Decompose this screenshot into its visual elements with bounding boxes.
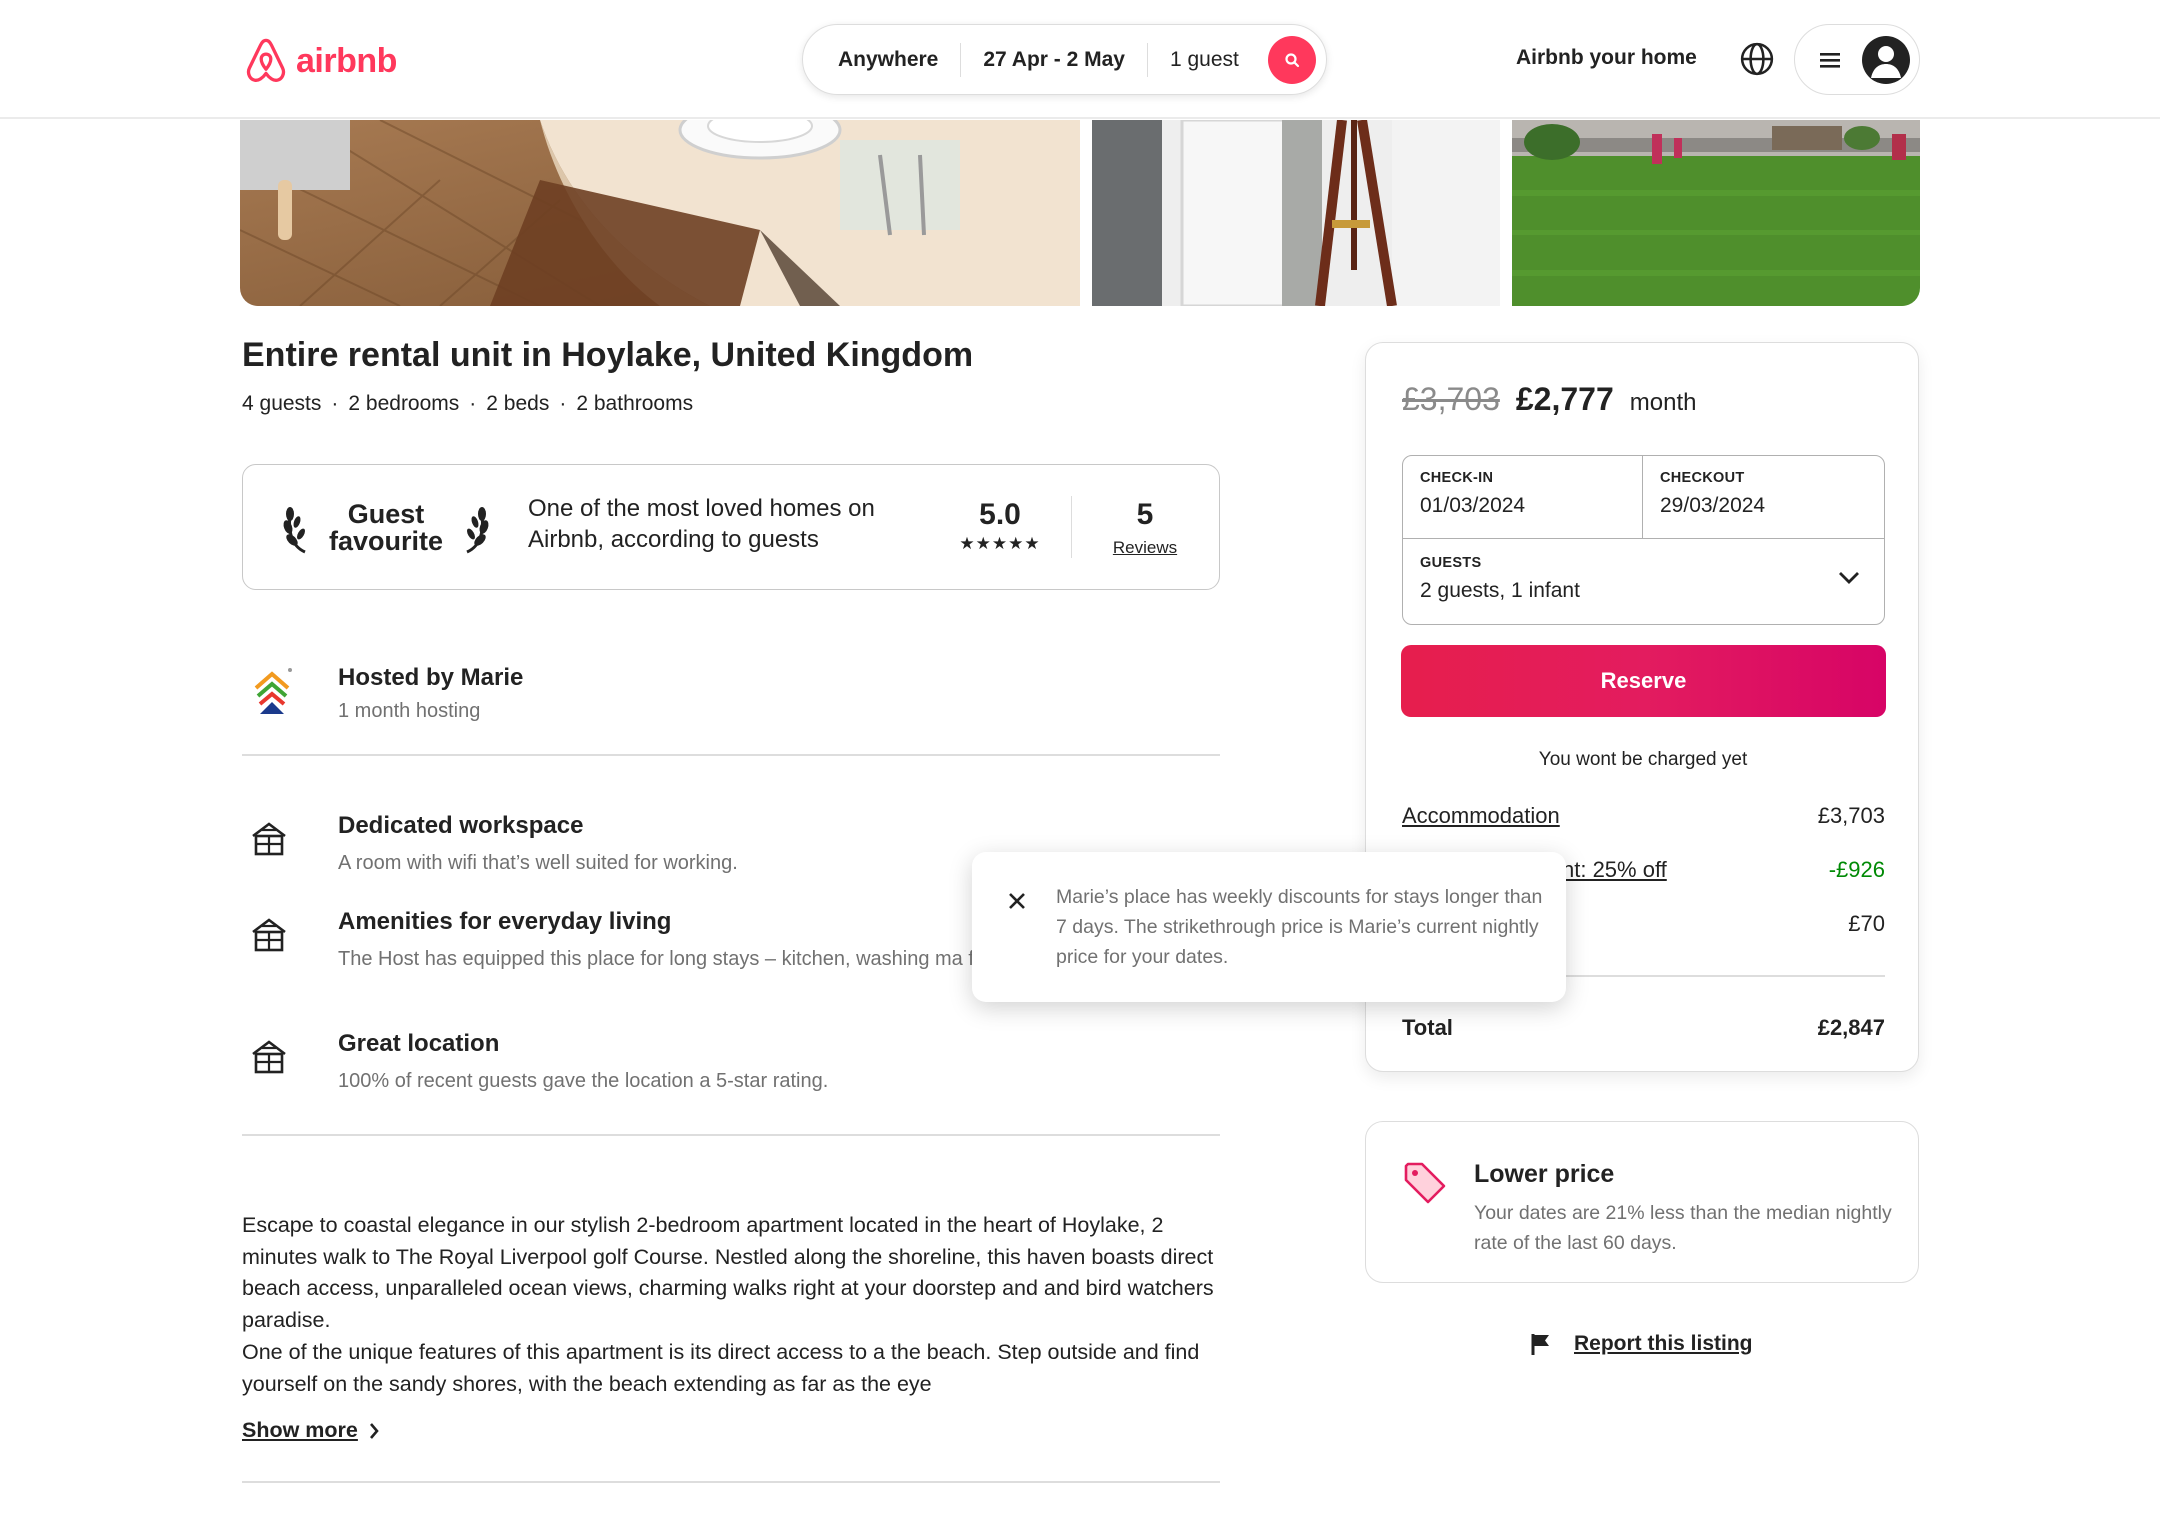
host-duration: 1 month hosting: [338, 700, 481, 722]
report-listing-link[interactable]: Report this listing: [1530, 1332, 1753, 1356]
search-bar[interactable]: Anywhere 27 Apr - 2 May 1 guest: [802, 24, 1327, 95]
section-divider: [242, 1134, 1220, 1136]
spec-separator: ·: [331, 392, 339, 415]
spec-bathrooms: 2 bathrooms: [576, 392, 694, 415]
total-label: Total: [1402, 1015, 1453, 1040]
building-icon: [252, 822, 286, 856]
guests-label: GUESTS: [1420, 555, 1482, 571]
host-name: Hosted by Marie: [338, 664, 524, 691]
airbnb-logo[interactable]: airbnb: [244, 36, 397, 86]
user-menu-button[interactable]: [1794, 24, 1920, 95]
rating-summary: 5.0 ★★★★★: [945, 498, 1055, 554]
original-price[interactable]: £3,703: [1402, 381, 1500, 418]
discounted-price: £2,777: [1515, 381, 1614, 417]
spec-separator: ·: [559, 392, 567, 415]
search-icon: [1285, 53, 1300, 68]
logo-text: airbnb: [296, 41, 397, 80]
close-icon[interactable]: [1006, 890, 1028, 912]
listing-description: Escape to coastal elegance in our stylis…: [242, 1210, 1222, 1400]
guest-favourite-description: One of the most loved homes on Airbnb, a…: [528, 495, 875, 553]
discount-tooltip: Marie’s place has weekly discounts for s…: [972, 852, 1566, 1002]
photo-gallery: [240, 120, 1920, 306]
total-value: £2,847: [1817, 1015, 1885, 1040]
chevron-down-icon: [1839, 572, 1859, 584]
description-paragraph: Escape to coastal elegance in our stylis…: [242, 1213, 1214, 1333]
rating-stars-icon: ★★★★★: [959, 534, 1041, 553]
listing-photo-dining[interactable]: [240, 120, 1080, 306]
search-button[interactable]: [1268, 36, 1316, 84]
host-section: Hosted by Marie 1 month hosting: [242, 660, 1220, 756]
checkin-field[interactable]: CHECK-IN 01/03/2024: [1403, 456, 1643, 538]
guest-favourite-line2: favourite: [328, 526, 444, 556]
spec-separator: ·: [469, 392, 477, 415]
top-navbar: airbnb Anywhere 27 Apr - 2 May 1 guest A…: [0, 0, 2160, 119]
total-row: Total £2,847: [1402, 1015, 1885, 1041]
building-icon: [252, 1040, 286, 1074]
search-guests[interactable]: 1 guest: [1148, 48, 1261, 72]
checkin-value: 01/03/2024: [1420, 494, 1526, 517]
guests-value: 2 guests, 1 infant: [1420, 579, 1580, 602]
globe-icon: [1740, 42, 1774, 76]
feature-location: Great location 100% of recent guests gav…: [242, 1030, 1220, 1100]
checkout-value: 29/03/2024: [1660, 494, 1766, 517]
line-item-label[interactable]: nt: 25% off: [1562, 857, 1667, 883]
line-item-value: -£926: [1828, 857, 1885, 882]
reviews-count: 5: [1136, 498, 1154, 531]
laurel-right-icon: [466, 507, 489, 554]
search-location[interactable]: Anywhere: [803, 48, 960, 72]
airbnb-logo-icon: [246, 38, 286, 82]
description-paragraph: One of the unique features of this apart…: [242, 1339, 1200, 1396]
laurel-left-icon: [283, 507, 306, 554]
price-unit: month: [1629, 389, 1697, 416]
guest-favourite-line1: Guest: [347, 499, 425, 529]
price-tag-icon: [1404, 1162, 1446, 1204]
spec-bedrooms: 2 bedrooms: [348, 392, 460, 415]
host-avatar-icon[interactable]: [250, 666, 294, 716]
rating-divider: [1071, 496, 1072, 558]
reviews-label: Reviews: [1112, 538, 1178, 557]
report-listing-label: Report this listing: [1574, 1332, 1753, 1355]
chevron-right-icon: [369, 1422, 379, 1439]
booking-form: CHECK-IN 01/03/2024 CHECKOUT 29/03/2024 …: [1402, 455, 1885, 625]
checkout-label: CHECKOUT: [1660, 470, 1745, 486]
guest-favourite-label: Guest favourite: [321, 501, 451, 555]
guests-dropdown[interactable]: GUESTS 2 guests, 1 infant: [1403, 538, 1884, 624]
rating-value: 5.0: [979, 498, 1021, 531]
feature-title: Amenities for everyday living: [338, 908, 672, 935]
hamburger-icon: [1820, 52, 1840, 68]
lower-price-title: Lower price: [1474, 1160, 1615, 1188]
spec-beds: 2 beds: [486, 392, 550, 415]
feature-title: Great location: [338, 1030, 500, 1057]
section-divider: [242, 1481, 1220, 1483]
tooltip-text: Marie’s place has weekly discounts for s…: [1056, 886, 1543, 968]
line-item-label[interactable]: Accommodation: [1402, 803, 1560, 829]
guest-favourite-card: Guest favourite One of the most loved ho…: [242, 464, 1220, 590]
reviews-link[interactable]: 5 Reviews: [1085, 498, 1205, 558]
checkin-label: CHECK-IN: [1420, 470, 1494, 486]
listing-photo-garden[interactable]: [1512, 120, 1920, 306]
show-more-link[interactable]: Show more: [242, 1418, 380, 1443]
price-row: £3,703 £2,777 month: [1402, 381, 1696, 418]
lower-price-card: Lower price Your dates are 21% less than…: [1365, 1121, 1919, 1283]
show-more-label: Show more: [242, 1418, 358, 1442]
guest-favourite-badge: Guest favourite: [281, 495, 491, 561]
search-dates[interactable]: 27 Apr - 2 May: [961, 48, 1147, 72]
spec-guests: 4 guests: [242, 392, 322, 415]
airbnb-your-home-link[interactable]: Airbnb your home: [1516, 46, 1697, 70]
listing-photo-easel[interactable]: [1092, 120, 1500, 306]
language-button[interactable]: [1738, 40, 1776, 78]
feature-description: 100% of recent guests gave the location …: [338, 1070, 829, 1092]
reserve-button[interactable]: Reserve: [1401, 645, 1886, 717]
line-item-value: £3,703: [1817, 803, 1885, 828]
no-charge-note: You wont be charged yet: [1538, 749, 1748, 770]
listing-title: Entire rental unit in Hoylake, United Ki…: [242, 336, 974, 374]
listing-specs: 4 guests · 2 bedrooms · 2 beds · 2 bathr…: [242, 392, 693, 416]
checkout-field[interactable]: CHECKOUT 29/03/2024: [1643, 456, 1884, 538]
building-icon: [252, 918, 286, 952]
flag-icon: [1531, 1334, 1549, 1355]
line-item-value: £70: [1848, 911, 1885, 936]
avatar-icon: [1862, 35, 1910, 84]
lower-price-description: Your dates are 21% less than the median …: [1474, 1202, 1892, 1254]
feature-title: Dedicated workspace: [338, 812, 584, 839]
